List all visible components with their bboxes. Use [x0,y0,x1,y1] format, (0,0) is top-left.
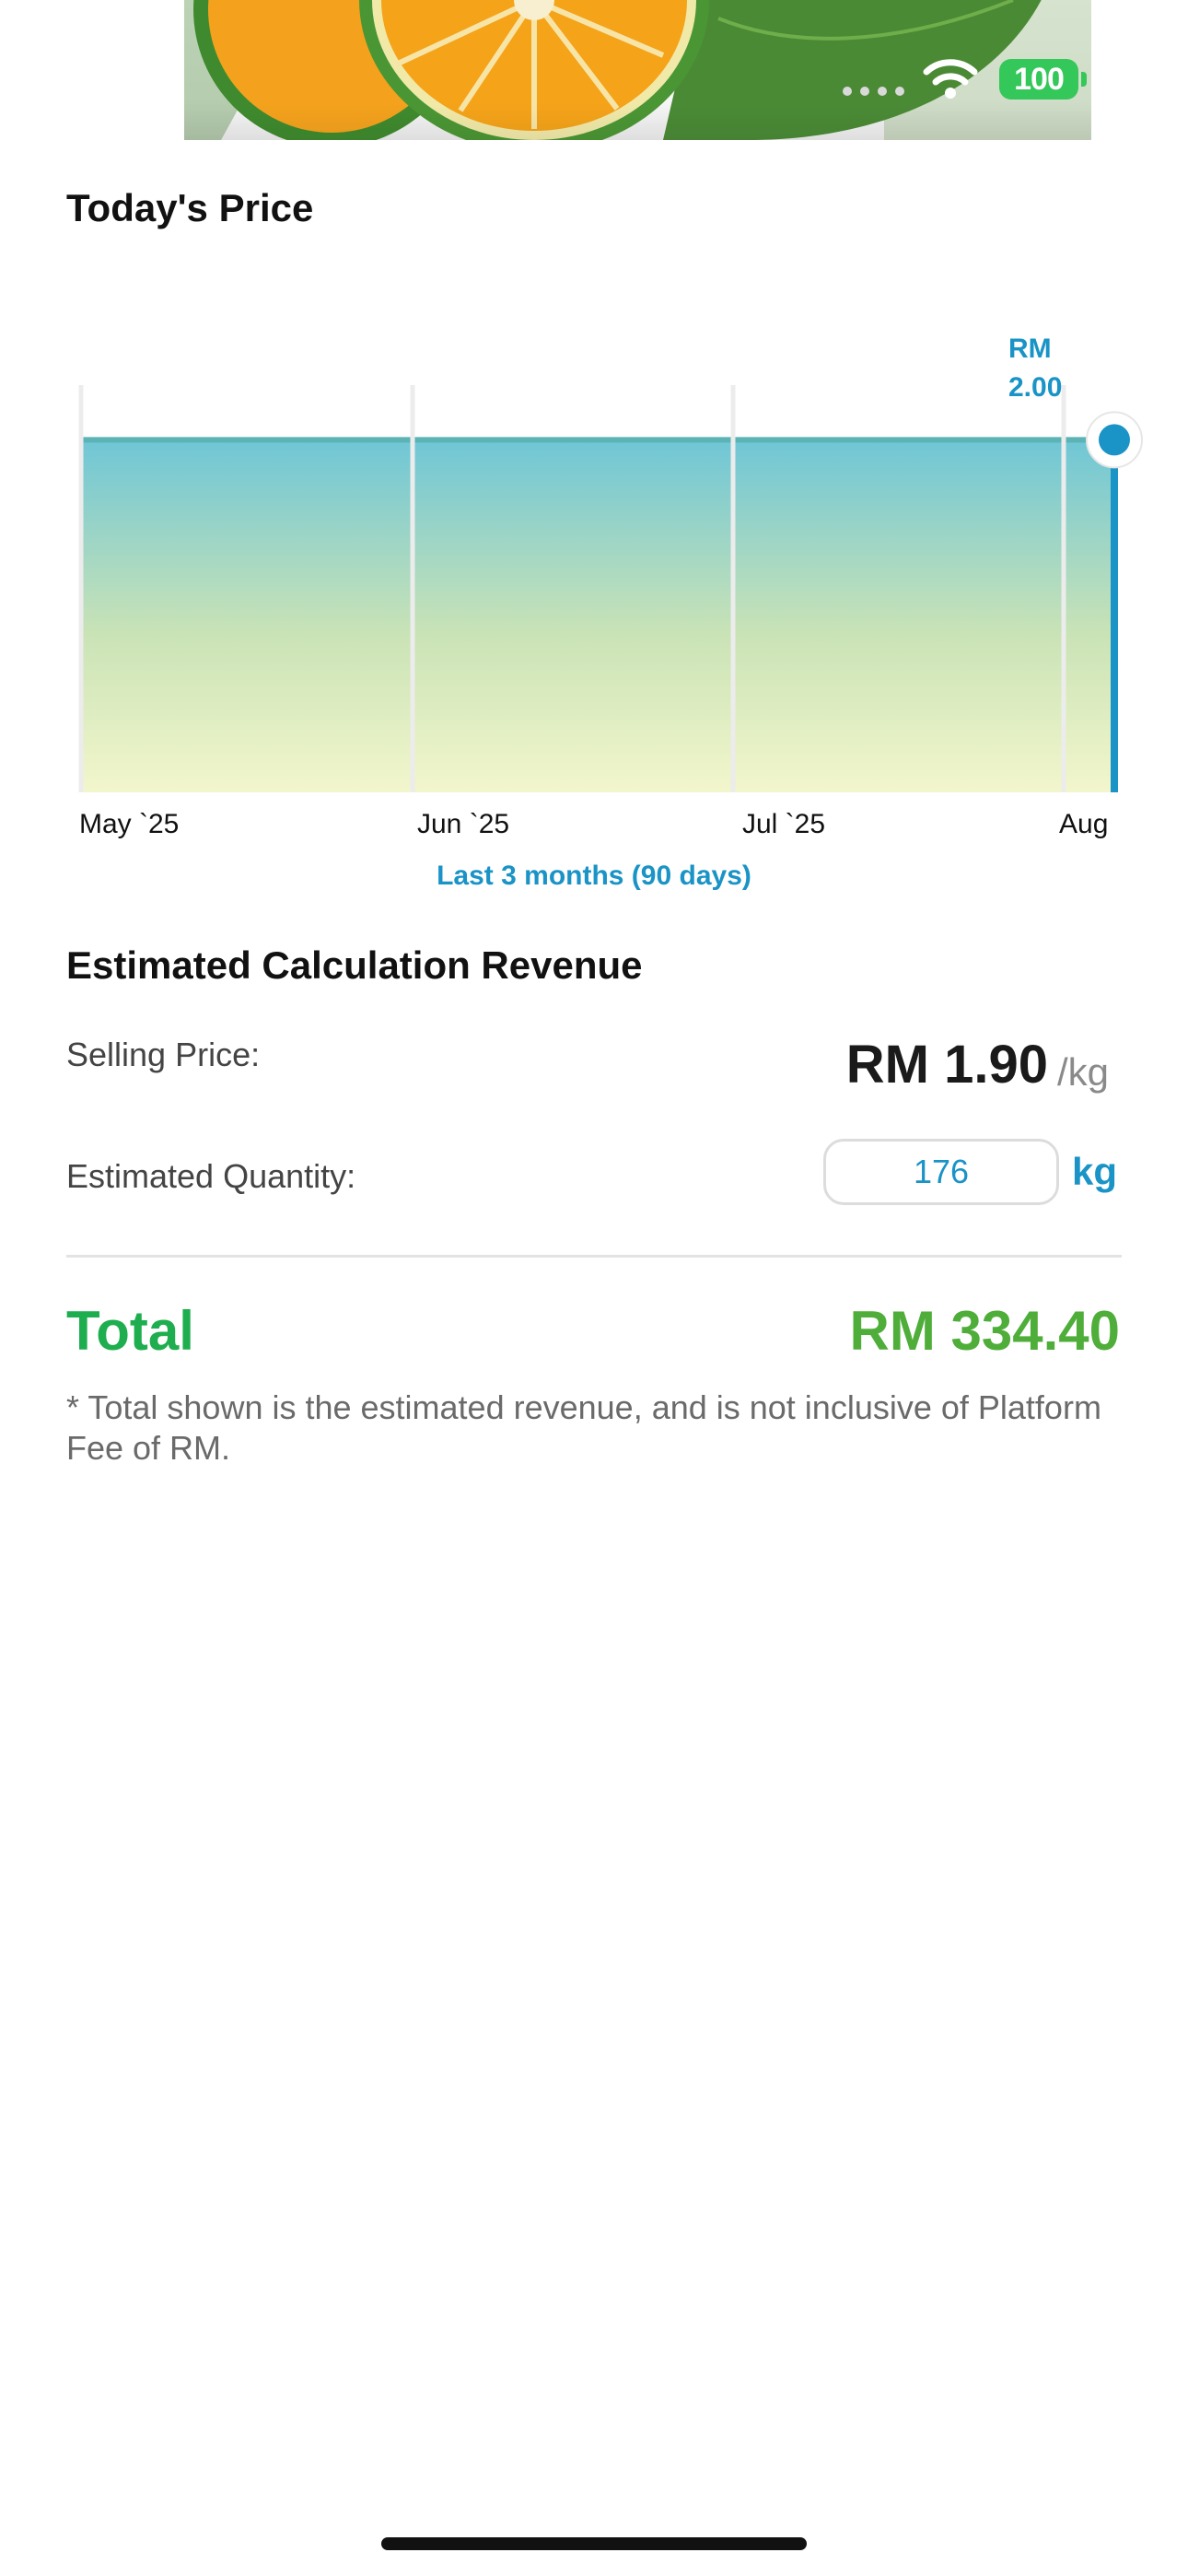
section-title-calculation: Estimated Calculation Revenue [66,943,643,987]
selling-price-label: Selling Price: [66,1036,261,1073]
range-label[interactable]: Last 3 months (90 days) [0,861,1188,892]
total-label: Total [66,1300,194,1362]
selling-price-unit: /kg [1057,1050,1110,1094]
x-tick-label: Aug [1059,809,1109,839]
battery-indicator: 100 [999,59,1078,100]
wifi-icon [923,59,978,99]
total-value: RM 334.40 [849,1300,1121,1362]
home-indicator[interactable] [381,2537,807,2550]
price-tooltip-currency: RM [1008,334,1052,364]
quantity-label: Estimated Quantity: [66,1157,356,1195]
quantity-unit: kg [1072,1150,1118,1193]
selling-price-value: RM 1.90 [845,1035,1048,1095]
section-title-todays-price: Today's Price [66,186,314,229]
disclaimer-text: * Total shown is the estimated revenue, … [66,1388,1101,1467]
battery-level: 100 [1014,61,1065,97]
price-area [81,439,1114,792]
x-tick-label: Jul `25 [742,809,826,839]
signal-dots-icon [843,87,904,96]
divider [66,1255,1122,1258]
price-tooltip-value: 2.00 [1008,372,1063,403]
price-chart[interactable]: RM 2.00 May `25 Jun `25 Jul `25 Aug Last… [0,313,1188,891]
price-marker-point [1099,424,1130,456]
quantity-input[interactable]: 176 [823,1139,1059,1205]
x-tick-label: Jun `25 [417,809,510,839]
x-tick-label: May `25 [79,809,180,839]
price-tooltip: RM 2.00 [1008,330,1091,407]
battery-cap [1081,72,1087,87]
